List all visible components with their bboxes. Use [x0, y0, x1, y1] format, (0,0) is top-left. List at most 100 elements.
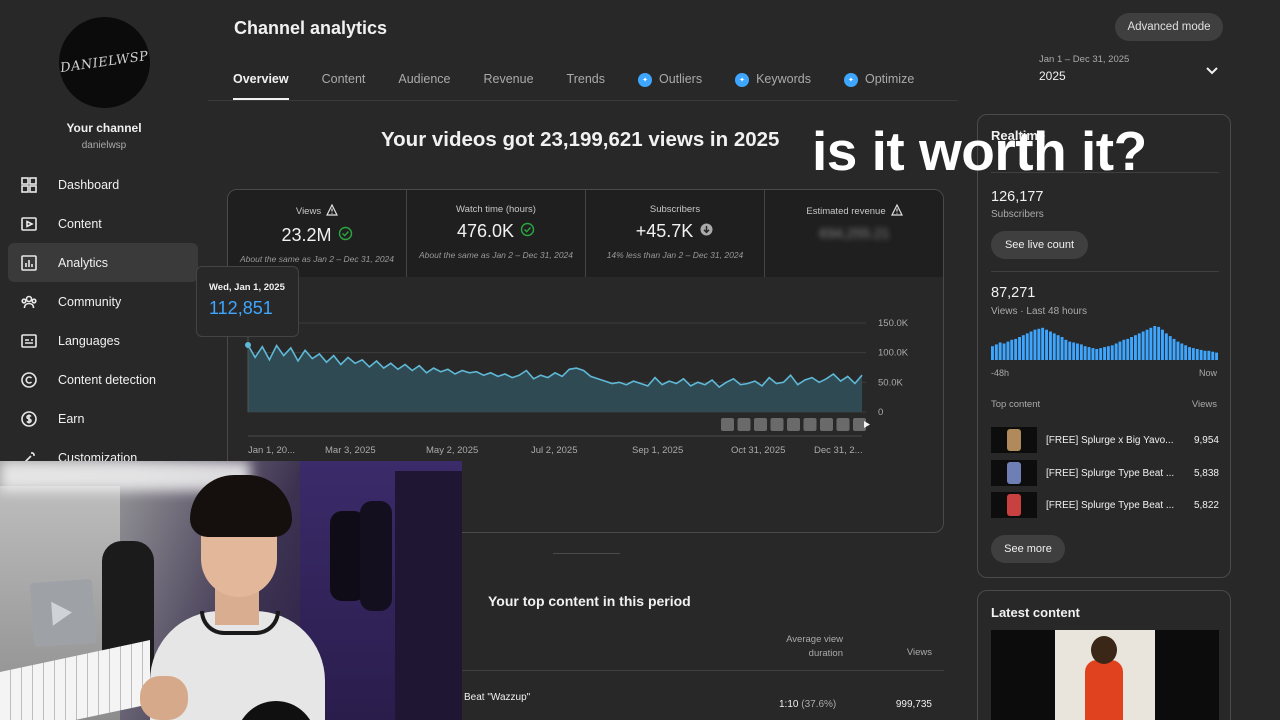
realtime-bar	[1145, 329, 1149, 360]
tab-audience[interactable]: Audience	[398, 70, 450, 100]
webcam-collar	[200, 611, 280, 635]
tab-revenue[interactable]: Revenue	[484, 70, 534, 100]
realtime-bar	[1199, 349, 1203, 360]
realtime-bar	[1130, 337, 1133, 360]
realtime-bar	[1029, 331, 1033, 360]
copyright-icon	[20, 371, 38, 389]
realtime-bar	[1018, 337, 1021, 360]
tab-label: Outliers	[659, 72, 703, 86]
video-views: 5,838	[1193, 467, 1219, 479]
realtime-bar	[1172, 338, 1176, 360]
realtime-bar	[1002, 343, 1006, 360]
x-tick-label: Jan 1, 20...	[248, 445, 295, 456]
list-item[interactable]: [FREE] Splurge Type Beat ... 5,822	[991, 491, 1219, 519]
realtime-bar	[1180, 343, 1184, 360]
tabs-divider	[208, 100, 958, 101]
realtime-bar-chart[interactable]	[991, 320, 1219, 362]
video-marker	[770, 418, 784, 431]
realtime-bar	[1006, 341, 1010, 360]
sidebar-item-dashboard[interactable]: Dashboard	[8, 165, 198, 204]
hover-point	[245, 342, 251, 349]
realtime-bar	[1126, 338, 1130, 360]
realtime-bar	[1191, 348, 1195, 360]
realtime-bar	[1207, 350, 1211, 360]
realtime-bar	[1110, 345, 1114, 360]
top-content-label: Top content	[991, 399, 1041, 410]
tab-label: Trends	[566, 72, 605, 86]
spark-icon: ✦	[638, 73, 652, 87]
video-marker	[836, 418, 850, 431]
tab-keywords[interactable]: ✦ Keywords	[735, 70, 811, 100]
date-range-year[interactable]: 2025	[1039, 69, 1066, 83]
realtime-bar	[1137, 333, 1141, 360]
realtime-bar	[1195, 349, 1199, 360]
realtime-bar	[1203, 350, 1207, 360]
your-channel-label[interactable]: Your channel	[0, 121, 208, 135]
realtime-bar	[1068, 341, 1072, 360]
video-views: 5,822	[1193, 499, 1219, 511]
languages-icon	[20, 332, 38, 350]
sidebar-nav: Dashboard Content Analytics Community La…	[8, 165, 198, 477]
advanced-mode-button[interactable]: Advanced mode	[1115, 13, 1223, 41]
date-range-label[interactable]: Jan 1 – Dec 31, 2025	[1039, 54, 1129, 65]
views-column-label: Views	[1191, 399, 1217, 410]
realtime-panel: Realtime 126,177 Subscribers See live co…	[977, 114, 1231, 578]
see-live-count-button[interactable]: See live count	[991, 231, 1088, 259]
divider	[462, 670, 944, 671]
realtime-bar	[1060, 337, 1064, 360]
sidebar-item-analytics[interactable]: Analytics	[8, 243, 198, 282]
realtime-bar	[1041, 327, 1045, 360]
sidebar-item-languages[interactable]: Languages	[8, 321, 198, 360]
top-content-title: Your top content in this period	[488, 593, 691, 609]
views-headline: Your videos got 23,199,621 views in 2025	[381, 128, 780, 151]
realtime-bar	[1149, 327, 1153, 360]
realtime-bar	[1157, 326, 1161, 360]
chevron-down-icon[interactable]	[1204, 64, 1220, 78]
dollar-icon	[20, 410, 38, 428]
tab-optimize[interactable]: ✦ Optimize	[843, 70, 914, 100]
views-header[interactable]: Views	[890, 647, 932, 658]
avg-view-duration-header[interactable]: Average view duration	[770, 633, 843, 661]
realtime-bar	[1095, 349, 1099, 360]
list-item[interactable]: [FREE] Splurge Type Beat ... 5,838	[991, 459, 1219, 487]
play-icon	[864, 421, 870, 428]
realtime-bar	[1045, 329, 1048, 360]
spark-icon: ✦	[735, 73, 750, 87]
divider	[991, 271, 1219, 272]
realtime-bar	[1049, 331, 1052, 360]
tab-trends[interactable]: Trends	[567, 70, 605, 100]
analytics-tabs: Overview Content Audience Revenue Trends…	[233, 70, 947, 100]
realtime-bar	[998, 342, 1002, 360]
latest-video-thumbnail[interactable]	[991, 630, 1219, 720]
realtime-views-label: Views · Last 48 hours	[991, 306, 1087, 317]
realtime-subscribers-value: 126,177	[991, 189, 1044, 205]
sidebar-item-earn[interactable]: Earn	[8, 399, 198, 438]
realtime-bar	[1064, 339, 1068, 360]
realtime-bar	[1153, 326, 1157, 360]
video-title: [FREE] Splurge Type Beat ...	[1046, 467, 1175, 479]
realtime-bar	[1014, 338, 1018, 360]
y-tick-label: 150.0K	[878, 318, 909, 329]
sidebar-item-content[interactable]: Content	[8, 204, 198, 243]
see-more-button[interactable]: See more	[991, 535, 1065, 563]
tab-label: Audience	[398, 72, 451, 86]
page-title: Channel analytics	[234, 18, 388, 38]
list-item[interactable]: [FREE] Splurge x Big Yavo... 9,954	[991, 426, 1219, 454]
tab-content[interactable]: Content	[322, 70, 366, 100]
realtime-bar	[1134, 335, 1137, 360]
channel-avatar[interactable]: DANIELWSP	[59, 17, 150, 108]
video-marker	[754, 418, 767, 431]
tab-outliers[interactable]: ✦ Outliers	[638, 70, 702, 100]
realtime-bar	[1215, 352, 1218, 360]
webcam-overlay	[0, 461, 462, 720]
tab-overview[interactable]: Overview	[233, 70, 289, 100]
video-marker	[803, 418, 817, 431]
divider	[553, 553, 620, 554]
tooltip-date: Wed, Jan 1, 2025	[209, 282, 285, 293]
sidebar-item-content-detection[interactable]: Content detection	[8, 360, 198, 399]
video-views: 9,954	[1193, 434, 1219, 446]
avatar-logo-text: DANIELWSP	[59, 48, 150, 77]
sidebar-item-community[interactable]: Community	[8, 282, 198, 321]
sidebar-item-label: Community	[58, 294, 122, 309]
top-video-title[interactable]: Beat "Wazzup"	[464, 692, 530, 703]
